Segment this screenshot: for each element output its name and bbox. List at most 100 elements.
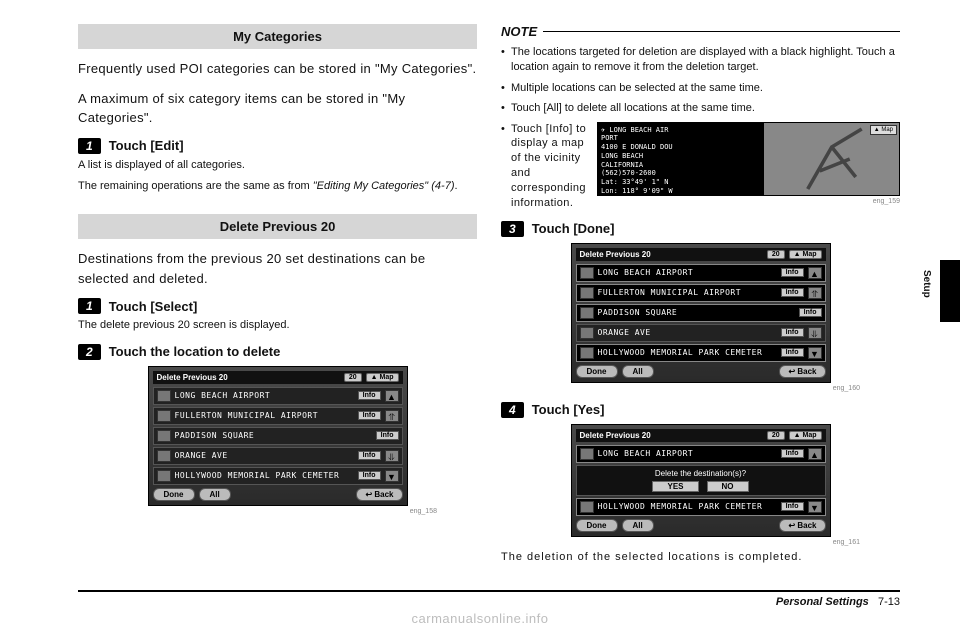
scroll-down-icon[interactable]: ⥥ [808, 327, 822, 339]
info-button[interactable]: Info [358, 411, 381, 420]
screen-title: Delete Previous 20 [580, 431, 651, 440]
info-button[interactable]: Info [781, 328, 804, 337]
confirm-dialog: Delete the destination(s)? YES NO [576, 465, 826, 496]
all-button[interactable]: All [622, 365, 654, 378]
poi-icon [580, 327, 594, 339]
text-fragment: . [454, 180, 457, 192]
info-button[interactable]: Info [781, 288, 804, 297]
scroll-up-icon[interactable]: ⥣ [385, 410, 399, 422]
screen-title: Delete Previous 20 [157, 373, 228, 382]
poi-icon [157, 430, 171, 442]
scroll-up-icon[interactable]: ▲ [808, 267, 822, 279]
info-button[interactable]: Info [781, 268, 804, 277]
poi-icon [580, 287, 594, 299]
screen-title: Delete Previous 20 [580, 250, 651, 259]
heading-delete-previous: Delete Previous 20 [78, 214, 477, 239]
heading-my-categories: My Categories [78, 24, 477, 49]
scroll-down-icon[interactable]: ▼ [808, 347, 822, 359]
scroll-down-icon[interactable]: ▼ [808, 501, 822, 513]
step-label: Touch [Yes] [532, 402, 605, 417]
mini-map-graphic: ▲ Map [764, 123, 899, 195]
delprev-step1: 1 Touch [Select] [78, 298, 477, 314]
back-button[interactable]: ↩ Back [356, 488, 402, 501]
step-label: Touch [Select] [109, 299, 198, 314]
all-button[interactable]: All [199, 488, 231, 501]
list-item[interactable]: FULLERTON MUNICIPAL AIRPORT [175, 411, 354, 420]
list-item[interactable]: ORANGE AVE [175, 451, 354, 460]
list-item[interactable]: LONG BEACH AIRPORT [598, 449, 777, 458]
scroll-up-icon[interactable]: ⥣ [808, 287, 822, 299]
right-column: NOTE The locations targeted for deletion… [501, 24, 900, 590]
step-number-icon: 1 [78, 298, 101, 314]
scroll-down-icon[interactable]: ▼ [385, 470, 399, 482]
list-item[interactable]: LONG BEACH AIRPORT [598, 268, 777, 277]
side-tab-marker [940, 260, 960, 322]
map-button[interactable]: ▲ Map [366, 373, 399, 382]
list-item[interactable]: HOLLYWOOD MEMORIAL PARK CEMETER [598, 502, 777, 511]
step-label: Touch [Done] [532, 221, 615, 236]
mycat-fine1: A list is displayed of all categories. [78, 158, 477, 173]
no-button[interactable]: NO [707, 481, 749, 492]
watermark: carmanualsonline.info [0, 611, 960, 626]
page-footer: Personal Settings 7-13 [78, 590, 900, 608]
note-text: Touch [Info] to display a map of the vic… [511, 122, 589, 211]
list-item[interactable]: FULLERTON MUNICIPAL AIRPORT [598, 288, 777, 297]
scroll-down-icon[interactable]: ⥥ [385, 450, 399, 462]
back-button[interactable]: ↩ Back [779, 365, 825, 378]
list-item[interactable]: PADDISON SQUARE [175, 431, 372, 440]
poi-icon [157, 450, 171, 462]
info-button[interactable]: Info [358, 451, 381, 460]
info-button[interactable]: Info [781, 502, 804, 511]
info-button[interactable]: Info [781, 348, 804, 357]
info-button[interactable]: Info [358, 391, 381, 400]
map-button[interactable]: ▲ Map [870, 125, 897, 135]
figure-caption: eng_159 [597, 197, 900, 207]
note-heading: NOTE [501, 24, 900, 39]
page-content: My Categories Frequently used POI catego… [0, 0, 960, 590]
step4: 4 Touch [Yes] [501, 402, 900, 418]
footer-page: 7-13 [878, 596, 900, 608]
yes-button[interactable]: YES [652, 481, 698, 492]
all-button[interactable]: All [622, 519, 654, 532]
done-button[interactable]: Done [576, 365, 618, 378]
mycat-p2: A maximum of six category items can be s… [78, 89, 477, 128]
poi-icon [580, 501, 594, 513]
done-button[interactable]: Done [576, 519, 618, 532]
poi-icon [580, 448, 594, 460]
note-item: Multiple locations can be selected at th… [501, 81, 900, 96]
step-number-icon: 4 [501, 402, 524, 418]
screenshot-delete-previous-done: Delete Previous 20 20 ▲ Map LONG BEACH A… [571, 243, 831, 383]
confirm-message: Delete the destination(s)? [580, 469, 822, 478]
count-badge: 20 [767, 431, 785, 440]
scroll-up-icon[interactable]: ▲ [808, 448, 822, 460]
list-item[interactable]: ORANGE AVE [598, 328, 777, 337]
map-button[interactable]: ▲ Map [789, 250, 822, 259]
delprev-step2: 2 Touch the location to delete [78, 344, 477, 360]
divider [543, 31, 900, 32]
screenshot-info-map: ✈ LONG BEACH AIR PORT 4100 E DONALD DOU … [597, 122, 900, 207]
info-button[interactable]: Info [376, 431, 399, 440]
step-label: Touch the location to delete [109, 344, 281, 359]
reference-link: "Editing My Categories" (4-7) [313, 180, 455, 192]
closing-text: The deletion of the selected locations i… [501, 550, 900, 565]
delprev-p1: Destinations from the previous 20 set de… [78, 249, 477, 288]
done-button[interactable]: Done [153, 488, 195, 501]
screenshot-delete-previous-confirm: Delete Previous 20 20 ▲ Map LONG BEACH A… [571, 424, 831, 537]
scroll-up-icon[interactable]: ▲ [385, 390, 399, 402]
poi-icon [580, 347, 594, 359]
info-button[interactable]: Info [358, 471, 381, 480]
step-number-icon: 2 [78, 344, 101, 360]
info-button[interactable]: Info [799, 308, 822, 317]
figure-caption: eng_161 [501, 539, 860, 546]
poi-icon [157, 410, 171, 422]
map-button[interactable]: ▲ Map [789, 431, 822, 440]
text-fragment: The remaining operations are the same as… [78, 180, 313, 192]
figure-caption: eng_158 [78, 508, 437, 515]
back-button[interactable]: ↩ Back [779, 519, 825, 532]
poi-icon [580, 267, 594, 279]
list-item[interactable]: PADDISON SQUARE [598, 308, 795, 317]
info-button[interactable]: Info [781, 449, 804, 458]
list-item[interactable]: HOLLYWOOD MEMORIAL PARK CEMETER [598, 348, 777, 357]
list-item[interactable]: LONG BEACH AIRPORT [175, 391, 354, 400]
list-item[interactable]: HOLLYWOOD MEMORIAL PARK CEMETER [175, 471, 354, 480]
